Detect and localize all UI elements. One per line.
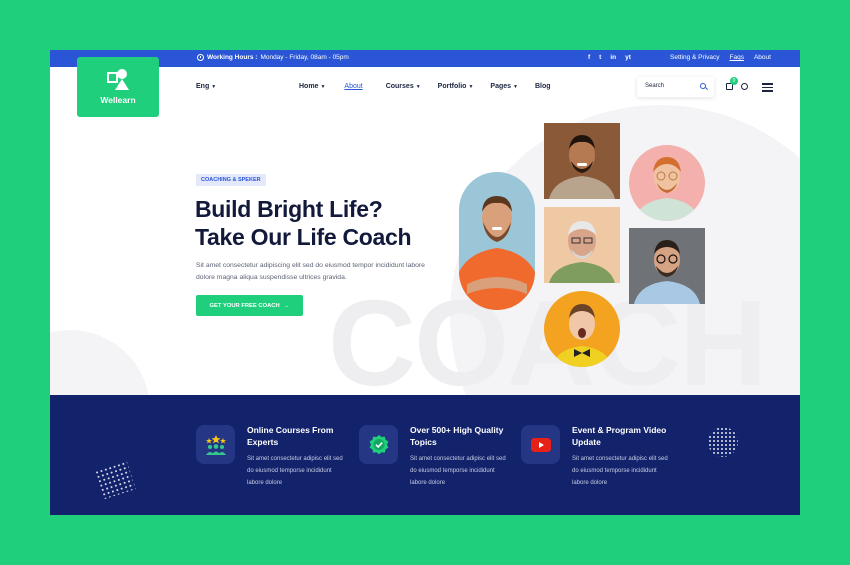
decorative-dot-circle xyxy=(708,427,738,457)
feature-title: Event & Program Video Update xyxy=(572,425,667,447)
coach-photo-senior-man xyxy=(544,207,620,283)
top-links: Setting & Privacy Faqs About xyxy=(670,54,771,61)
language-label: Eng xyxy=(196,83,210,90)
menu-icon[interactable] xyxy=(762,83,773,92)
arrow-right-icon: → xyxy=(283,302,290,309)
hero-tag: COACHING & SPEKER xyxy=(196,174,266,186)
language-select[interactable]: Eng ▼ xyxy=(196,83,216,90)
nav-item-about[interactable]: About xyxy=(344,83,362,90)
settings-privacy-link[interactable]: Setting & Privacy xyxy=(670,54,720,61)
coach-photo-bearded-man xyxy=(459,172,535,310)
chevron-down-icon: ▼ xyxy=(415,84,421,90)
get-free-coach-button[interactable]: GET YOUR FREE COACH → xyxy=(196,295,303,316)
chevron-down-icon: ▼ xyxy=(513,84,518,90)
cta-label: GET YOUR FREE COACH xyxy=(209,302,280,309)
logo-text: Wellearn xyxy=(100,95,136,105)
working-hours-value: Monday - Friday, 08am - 05pm xyxy=(260,54,349,61)
website-frame: Working Hours : Monday - Friday, 08am - … xyxy=(50,50,800,515)
feature-title: Online Courses From Experts xyxy=(247,425,334,447)
search-input[interactable]: Search xyxy=(645,83,664,89)
working-hours: Working Hours : Monday - Friday, 08am - … xyxy=(197,54,349,61)
feature-description: Sit amet consectetur adipisc elit sed do… xyxy=(247,456,343,486)
coach-photo-redhead-man xyxy=(629,145,705,221)
feature-title: Over 500+ High Quality Topics xyxy=(410,425,504,447)
site-logo[interactable]: Wellearn xyxy=(77,57,159,117)
team-stars-icon xyxy=(196,425,235,464)
verified-badge-icon xyxy=(359,425,398,464)
user-icon[interactable] xyxy=(741,83,748,90)
search-box[interactable]: Search xyxy=(637,77,714,97)
nav-item-label: Home xyxy=(299,83,319,90)
nav-item-home[interactable]: Home ▼ xyxy=(299,83,325,90)
decorative-dot-grid xyxy=(94,460,136,500)
chevron-down-icon: ▼ xyxy=(211,84,217,90)
nav-item-label: Pages xyxy=(490,83,512,90)
nav-item-blog[interactable]: Blog xyxy=(535,83,551,90)
nav-item-portfolio[interactable]: Portfolio ▼ xyxy=(438,83,474,90)
working-hours-label: Working Hours : xyxy=(207,54,258,61)
search-icon[interactable] xyxy=(700,83,706,89)
hero-title-line2: Take Our Life Coach xyxy=(195,224,412,250)
coach-photo-surprised-man xyxy=(544,291,620,367)
faqs-link[interactable]: Faqs xyxy=(730,54,744,61)
youtube-icon[interactable]: yt xyxy=(625,54,631,61)
feature-description: Sit amet consectetur adipisc elit sed do… xyxy=(410,456,506,486)
feature-description: Sit amet consectetur adipisc elit sed do… xyxy=(572,456,668,486)
coach-photo-glasses-man xyxy=(629,228,705,304)
social-links: f t in yt xyxy=(588,54,631,61)
about-link[interactable]: About xyxy=(754,54,771,61)
chevron-down-icon: ▼ xyxy=(320,84,326,90)
nav-item-label: Courses xyxy=(385,83,414,90)
features-section: Online Courses From Experts Sit amet con… xyxy=(50,395,800,515)
facebook-icon[interactable]: f xyxy=(588,54,590,61)
hero-title-line1: Build Bright Life? xyxy=(195,196,383,222)
twitter-icon[interactable]: t xyxy=(599,54,601,61)
chevron-down-icon: ▼ xyxy=(468,84,474,90)
hero-description: Sit amet consectetur adipiscing elit sed… xyxy=(196,262,425,281)
nav-item-label: Portfolio xyxy=(437,83,467,90)
nav-item-courses[interactable]: Courses ▼ xyxy=(386,83,421,90)
logo-mark-icon xyxy=(106,69,130,91)
linkedin-icon[interactable]: in xyxy=(610,54,616,61)
top-bar: Working Hours : Monday - Friday, 08am - … xyxy=(50,50,800,67)
cart-count-badge: 0 xyxy=(730,77,738,85)
nav-item-pages[interactable]: Pages ▼ xyxy=(490,83,518,90)
hero-title: Build Bright Life? Take Our Life Coach xyxy=(195,195,412,251)
youtube-play-icon xyxy=(521,425,560,464)
main-nav: Home ▼ About Courses ▼ Portfolio ▼ Pages ▼ B… xyxy=(299,83,551,90)
coach-photo-smiling-man xyxy=(544,123,620,199)
clock-icon xyxy=(197,54,204,61)
